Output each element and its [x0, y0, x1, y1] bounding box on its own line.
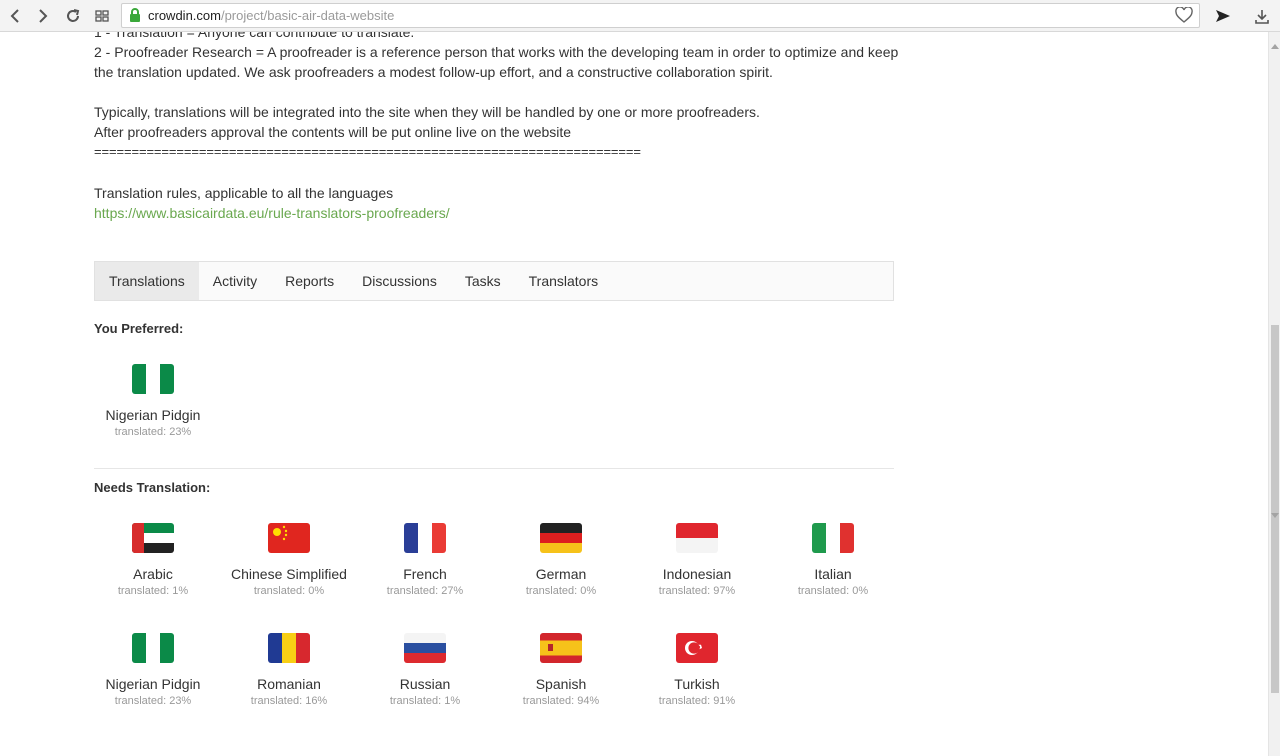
description-line: the translation updated. We ask proofrea…	[94, 64, 773, 80]
spain-flag-icon	[540, 633, 582, 663]
language-name: Turkish	[674, 676, 720, 692]
language-progress: translated: 0%	[525, 585, 597, 597]
reload-icon[interactable]	[62, 5, 84, 27]
flow-send-icon[interactable]	[1212, 5, 1234, 27]
language-progress: translated: 16%	[250, 695, 328, 707]
china-flag-icon	[268, 523, 310, 553]
description-cut-line-wrap: 1 - Translation = Anyone can contribute …	[94, 32, 894, 42]
language-card-german[interactable]: German translated: 0%	[493, 523, 629, 599]
language-card-chinese-simplified[interactable]: Chinese Simplified translated: 0%	[221, 523, 357, 599]
language-name: Nigerian Pidgin	[105, 407, 201, 423]
romania-flag-icon	[268, 633, 310, 663]
tab-translations[interactable]: Translations	[95, 262, 199, 300]
rules-link[interactable]: https://www.basicairdata.eu/rule-transla…	[94, 203, 450, 223]
language-progress: translated: 0%	[797, 585, 869, 597]
language-progress: translated: 97%	[658, 585, 736, 597]
language-progress: translated: 0%	[253, 585, 325, 597]
back-icon[interactable]	[4, 5, 26, 27]
germany-flag-icon	[540, 523, 582, 553]
language-progress: translated: 94%	[522, 695, 600, 707]
language-progress: translated: 23%	[114, 426, 192, 438]
url-path: /project/basic-air-data-website	[220, 8, 395, 23]
forward-icon[interactable]	[32, 5, 54, 27]
nigeria-flag-icon	[132, 364, 174, 394]
language-name: Indonesian	[662, 566, 732, 582]
tab-translators[interactable]: Translators	[515, 262, 613, 300]
scroll-up-icon[interactable]	[1271, 36, 1279, 54]
tabs-grid-icon[interactable]	[91, 5, 113, 27]
language-name: Arabic	[133, 566, 173, 582]
language-card-italian[interactable]: Italian translated: 0%	[765, 523, 901, 599]
language-name: Spanish	[535, 676, 587, 692]
language-name: French	[403, 566, 447, 582]
tab-activity[interactable]: Activity	[199, 262, 271, 300]
language-name: Chinese Simplified	[231, 566, 347, 582]
italy-flag-icon	[812, 523, 854, 553]
language-card-french[interactable]: French translated: 27%	[357, 523, 493, 599]
language-name: Russian	[399, 676, 451, 692]
tab-tasks[interactable]: Tasks	[451, 262, 515, 300]
language-name: Italian	[814, 566, 852, 582]
language-card-nigerian-pidgin[interactable]: Nigerian Pidgin translated: 23%	[85, 364, 221, 440]
language-card-indonesian[interactable]: Indonesian translated: 97%	[629, 523, 765, 599]
language-progress: translated: 91%	[658, 695, 736, 707]
address-bar[interactable]: crowdin.com/project/basic-air-data-websi…	[121, 3, 1200, 28]
turkey-flag-icon	[676, 633, 718, 663]
tab-reports[interactable]: Reports	[271, 262, 348, 300]
description-line: After proofreaders approval the contents…	[94, 124, 572, 140]
uae-flag-icon	[132, 523, 174, 553]
download-icon[interactable]	[1251, 5, 1273, 27]
description-line: Typically, translations will be integrat…	[94, 104, 760, 120]
language-name: Nigerian Pidgin	[105, 676, 201, 692]
page-scrollbar[interactable]	[1268, 32, 1280, 756]
france-flag-icon	[404, 523, 446, 553]
language-card-romanian[interactable]: Romanian translated: 16%	[221, 633, 357, 709]
browser-toolbar: crowdin.com/project/basic-air-data-websi…	[0, 0, 1280, 32]
url-host: crowdin.com	[148, 8, 221, 23]
language-progress: translated: 27%	[386, 585, 464, 597]
language-card-turkish[interactable]: Turkish translated: 91%	[629, 633, 765, 709]
language-card-russian[interactable]: Russian translated: 1%	[357, 633, 493, 709]
description-line-cut: 1 - Translation = Anyone can contribute …	[94, 32, 415, 40]
description-separator: ========================================…	[94, 144, 641, 159]
nigeria-flag-icon	[132, 633, 174, 663]
language-progress: translated: 23%	[114, 695, 192, 707]
rules-label: Translation rules, applicable to all the…	[94, 185, 394, 201]
language-name: Romanian	[257, 676, 321, 692]
language-name: German	[535, 566, 587, 582]
project-tabs: Translations Activity Reports Discussion…	[94, 261, 894, 301]
heart-icon[interactable]	[1175, 7, 1193, 24]
description-line: 2 - Proofreader Research = A proofreader…	[94, 44, 899, 60]
tab-discussions[interactable]: Discussions	[348, 262, 451, 300]
language-progress: translated: 1%	[389, 695, 461, 707]
indonesia-flag-icon	[676, 523, 718, 553]
language-card-nigerian-pidgin[interactable]: Nigerian Pidgin translated: 23%	[85, 633, 221, 709]
russia-flag-icon	[404, 633, 446, 663]
lock-icon	[129, 8, 141, 23]
section-divider	[94, 468, 894, 469]
language-progress: translated: 1%	[117, 585, 189, 597]
scroll-down-icon[interactable]	[1271, 506, 1279, 524]
preferred-title: You Preferred:	[94, 321, 184, 336]
needs-title: Needs Translation:	[94, 480, 211, 495]
language-card-arabic[interactable]: Arabic translated: 1%	[85, 523, 221, 599]
language-card-spanish[interactable]: Spanish translated: 94%	[493, 633, 629, 709]
